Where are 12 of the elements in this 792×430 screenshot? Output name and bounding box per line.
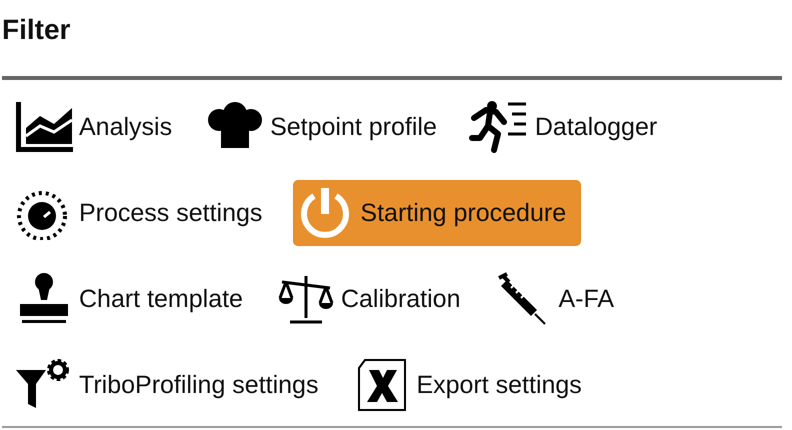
filter-button[interactable]: Export settings — [349, 352, 597, 418]
area-chart-icon — [13, 100, 75, 154]
filter-button[interactable]: Chart template — [12, 266, 258, 332]
filter-button[interactable]: Process settings — [12, 180, 278, 246]
panel-title: Filter — [2, 14, 70, 47]
filter-button[interactable]: Starting procedure — [293, 180, 582, 246]
filter-button[interactable]: A-FA — [491, 266, 630, 332]
filter-button[interactable]: Analysis — [12, 94, 188, 160]
filter-button[interactable]: Datalogger — [468, 94, 672, 160]
filter-button[interactable]: Calibration — [274, 266, 476, 332]
filter-button[interactable]: Setpoint profile — [203, 94, 452, 160]
filter-button[interactable]: TriboProfiling settings — [12, 352, 334, 418]
